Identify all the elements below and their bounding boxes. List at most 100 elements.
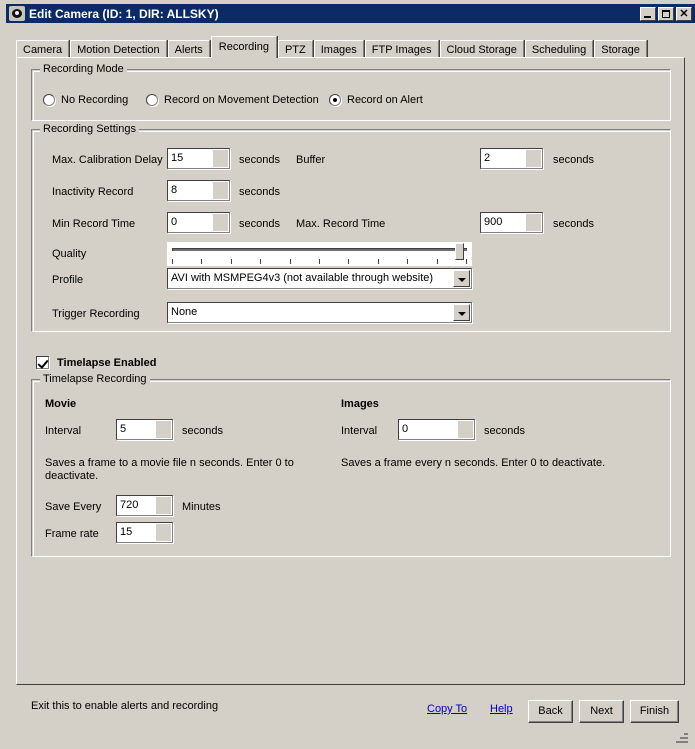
timelapse-images-interval-label: Interval [341,425,378,437]
radio-record-on-alert-label: Record on Alert [347,94,423,106]
timelapse-frame-rate-spin-buttons[interactable] [156,524,171,541]
tab-storage[interactable]: Storage [594,40,647,58]
quality-slider-track [172,248,467,251]
recording-tab-panel: Recording Mode No Recording Record on Mo… [16,57,685,685]
max-calibration-delay-spin-buttons[interactable] [213,150,228,167]
timelapse-movie-help-line2: deactivate. [45,470,99,482]
window-title: Edit Camera (ID: 1, DIR: ALLSKY) [29,6,219,21]
quality-slider-ticks [172,259,467,264]
buffer-label: Buffer [296,154,326,166]
inactivity-record-value: 8 [168,181,213,200]
timelapse-movie-interval-unit: seconds [182,425,223,437]
tab-bar: Camera Motion Detection Alerts Recording… [16,36,648,58]
timelapse-frame-rate-label: Frame rate [45,528,99,540]
timelapse-movie-interval-stepper[interactable]: 5 [116,419,173,440]
tab-motion-detection[interactable]: Motion Detection [70,40,167,58]
max-calibration-delay-stepper[interactable]: 15 [167,148,230,169]
trigger-recording-label: Trigger Recording [52,308,140,320]
minimize-button[interactable] [640,6,656,21]
recording-settings-group-title: Recording Settings [40,123,139,135]
buffer-spin-buttons[interactable] [526,150,541,167]
max-calibration-delay-label: Max. Calibration Delay [52,154,163,166]
timelapse-images-heading: Images [341,398,379,410]
timelapse-enabled-label: Timelapse Enabled [57,357,157,369]
min-record-time-value: 0 [168,213,213,232]
radio-no-recording[interactable] [43,94,55,106]
timelapse-save-every-value: 720 [117,496,156,515]
profile-label: Profile [52,274,84,286]
timelapse-save-every-stepper[interactable]: 720 [116,495,173,516]
window-controls: ✕ [640,6,692,21]
max-calibration-delay-unit: seconds [239,154,280,166]
inactivity-record-label: Inactivity Record [52,186,134,198]
timelapse-movie-help-line1: Saves a frame to a movie file n seconds.… [45,457,294,469]
min-record-time-label: Min Record Time [52,218,136,230]
radio-record-on-alert[interactable] [329,94,341,106]
radio-record-on-movement-detection[interactable] [146,94,158,106]
radio-record-on-movement-detection-label: Record on Movement Detection [164,94,319,106]
chevron-down-icon[interactable] [453,270,470,287]
maximize-button[interactable] [658,6,674,21]
max-record-time-label: Max. Record Time [296,218,386,230]
tab-ptz[interactable]: PTZ [277,40,313,58]
profile-selected-value: AVI with MSMPEG4v3 (not available throug… [171,272,434,284]
camera-eye-icon [9,6,25,21]
quality-label: Quality [52,248,87,260]
status-message: Exit this to enable alerts and recording [31,700,219,712]
close-icon: ✕ [679,7,689,20]
timelapse-frame-rate-stepper[interactable]: 15 [116,522,173,543]
max-record-time-stepper[interactable]: 900 [480,212,543,233]
quality-slider[interactable] [167,242,472,266]
timelapse-images-interval-value: 0 [399,420,458,439]
timelapse-images-interval-spin-buttons[interactable] [458,421,473,438]
edit-camera-window: Edit Camera (ID: 1, DIR: ALLSKY) ✕ Camer… [0,0,695,749]
timelapse-movie-interval-value: 5 [117,420,156,439]
next-button[interactable]: Next [579,700,624,723]
min-record-time-unit: seconds [239,218,280,230]
trigger-recording-select[interactable]: None [167,302,472,323]
timelapse-images-help-line1: Saves a frame every n seconds. Enter 0 t… [341,457,606,469]
timelapse-movie-interval-label: Interval [45,425,82,437]
min-record-time-stepper[interactable]: 0 [167,212,230,233]
buffer-value: 2 [481,149,526,168]
profile-select[interactable]: AVI with MSMPEG4v3 (not available throug… [167,268,472,289]
max-record-time-spin-buttons[interactable] [526,214,541,231]
max-record-time-value: 900 [481,213,526,232]
radio-no-recording-label: No Recording [61,94,129,106]
buffer-unit: seconds [553,154,594,166]
timelapse-save-every-label: Save Every [45,501,102,513]
max-calibration-delay-value: 15 [168,149,213,168]
inactivity-record-spin-buttons[interactable] [213,182,228,199]
buffer-stepper[interactable]: 2 [480,148,543,169]
help-link[interactable]: Help [490,703,513,715]
tab-recording[interactable]: Recording [210,36,277,58]
chevron-down-icon[interactable] [453,304,470,321]
resize-grip[interactable] [675,730,689,744]
quality-slider-thumb[interactable] [455,243,464,260]
timelapse-movie-interval-spin-buttons[interactable] [156,421,171,438]
tab-alerts[interactable]: Alerts [167,40,210,58]
timelapse-save-every-spin-buttons[interactable] [156,497,171,514]
timelapse-movie-heading: Movie [45,398,77,410]
tab-images[interactable]: Images [313,40,364,58]
tab-camera[interactable]: Camera [16,40,70,58]
close-button[interactable]: ✕ [676,6,692,21]
timelapse-recording-group-title: Timelapse Recording [40,373,150,385]
inactivity-record-stepper[interactable]: 8 [167,180,230,201]
tab-scheduling[interactable]: Scheduling [524,40,594,58]
tab-cloud-storage[interactable]: Cloud Storage [439,40,524,58]
back-button[interactable]: Back [528,700,573,723]
timelapse-save-every-unit: Minutes [182,501,221,513]
tab-ftp-images[interactable]: FTP Images [364,40,439,58]
finish-button[interactable]: Finish [630,700,679,723]
timelapse-frame-rate-value: 15 [117,523,156,542]
timelapse-images-interval-stepper[interactable]: 0 [398,419,475,440]
min-record-time-spin-buttons[interactable] [213,214,228,231]
recording-mode-group-title: Recording Mode [40,63,127,75]
title-bar: Edit Camera (ID: 1, DIR: ALLSKY) ✕ [6,4,695,23]
trigger-recording-selected-value: None [171,306,198,318]
timelapse-enabled-checkbox[interactable] [36,356,49,369]
inactivity-record-unit: seconds [239,186,280,198]
copy-to-link[interactable]: Copy To [427,703,467,715]
max-record-time-unit: seconds [553,218,594,230]
